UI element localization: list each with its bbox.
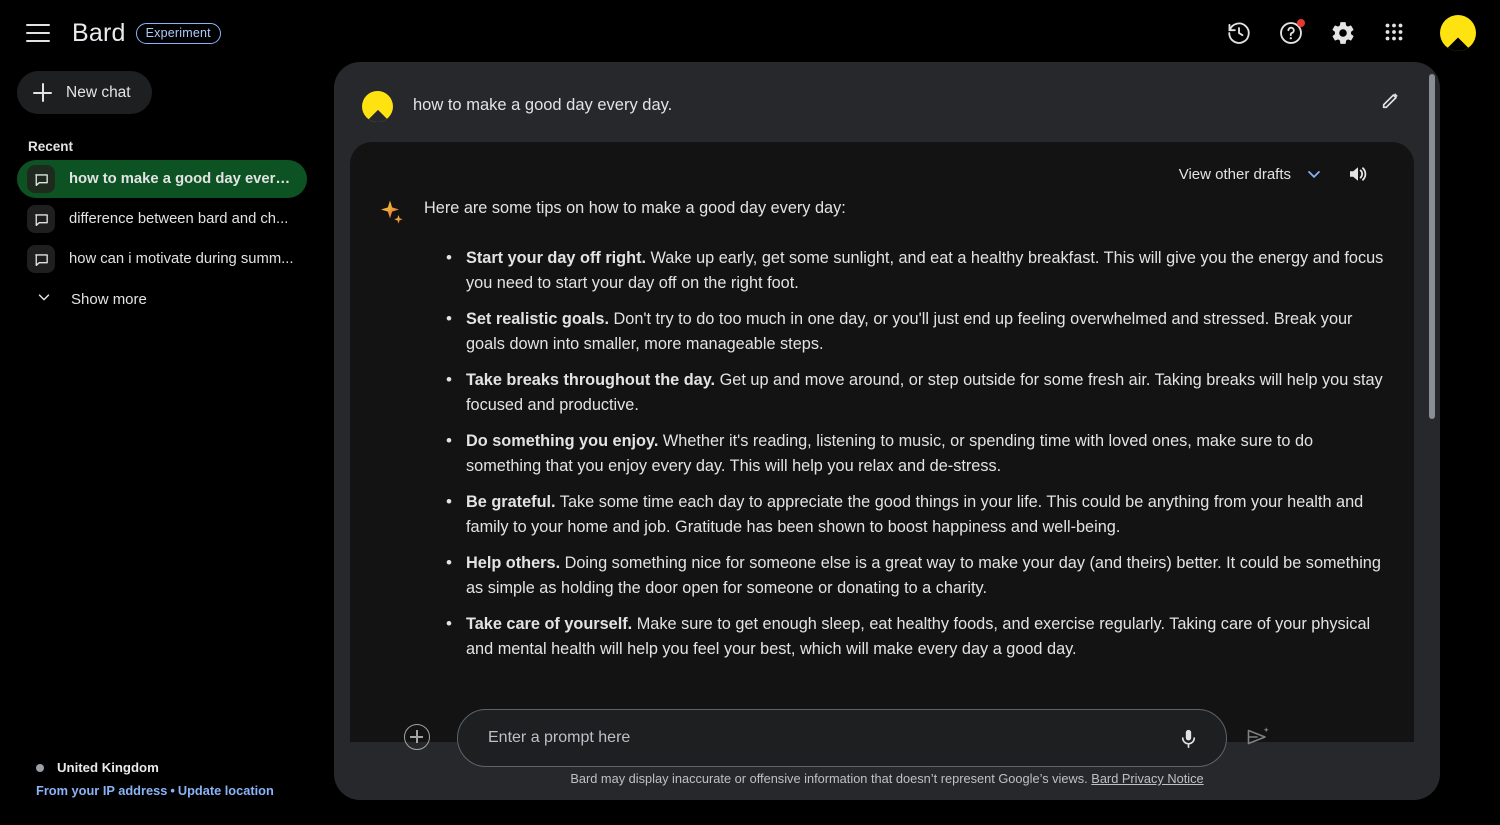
- disclaimer: Bard may display inaccurate or offensive…: [334, 771, 1440, 786]
- sidebar-item-label: how to make a good day every ...: [69, 171, 297, 187]
- list-item: Start your day off right. Wake up early,…: [446, 245, 1389, 296]
- history-icon[interactable]: [1226, 20, 1252, 46]
- chevron-down-icon: [1304, 164, 1324, 184]
- chat-bubble-icon: [27, 245, 55, 273]
- vertical-scrollbar[interactable]: [1429, 74, 1435, 419]
- location-country: United Kingdom: [57, 760, 159, 775]
- list-item: Do something you enjoy. Whether it's rea…: [446, 428, 1389, 479]
- sidebar-item-chat-1[interactable]: difference between bard and ch...: [17, 200, 307, 238]
- new-chat-button[interactable]: New chat: [17, 71, 152, 114]
- plus-icon: [33, 83, 52, 102]
- gear-icon[interactable]: [1330, 20, 1356, 46]
- chat-bubble-icon: [27, 165, 55, 193]
- answer-text: Here are some tips on how to make a good…: [424, 196, 1389, 673]
- sidebar-item-label: difference between bard and ch...: [69, 211, 289, 227]
- tip-text: Take some time each day to appreciate th…: [466, 493, 1364, 536]
- help-icon[interactable]: [1278, 19, 1305, 46]
- user-avatar: [362, 91, 393, 122]
- brand-label: Bard: [72, 18, 126, 47]
- sidebar-item-label: how can i motivate during summ...: [69, 251, 294, 267]
- show-more-button[interactable]: Show more: [17, 280, 217, 318]
- list-item: Set realistic goals. Don't try to do too…: [446, 306, 1389, 357]
- top-bar: Bard Experiment: [0, 0, 1500, 66]
- plus-circle-icon[interactable]: [404, 724, 430, 750]
- page-title: Bard Experiment: [72, 19, 221, 48]
- conversation-panel: how to make a good day every day. View o…: [334, 62, 1440, 800]
- tip-title: Set realistic goals.: [466, 310, 609, 328]
- chevron-down-icon: [35, 288, 53, 310]
- chat-bubble-icon: [27, 205, 55, 233]
- top-bar-actions: [1226, 15, 1476, 51]
- answer-intro: Here are some tips on how to make a good…: [424, 199, 846, 217]
- answer-card: View other drafts Here are some tips on …: [350, 142, 1414, 742]
- pencil-icon[interactable]: [1380, 89, 1402, 111]
- view-other-drafts-label: View other drafts: [1178, 165, 1291, 183]
- avatar[interactable]: [1440, 15, 1476, 51]
- question-text: how to make a good day every day.: [413, 96, 673, 114]
- sidebar-item-chat-0[interactable]: how to make a good day every ...: [17, 160, 307, 198]
- hamburger-menu-icon[interactable]: [26, 24, 50, 42]
- new-chat-label: New chat: [66, 83, 131, 101]
- disclaimer-text: Bard may display inaccurate or offensive…: [570, 771, 1088, 786]
- update-location-link[interactable]: Update location: [178, 783, 274, 798]
- bard-sparkle-icon: [380, 200, 406, 226]
- prompt-box[interactable]: [457, 709, 1227, 767]
- tip-title: Take breaks throughout the day.: [466, 371, 716, 389]
- sidebar: New chat Recent how to make a good day e…: [0, 66, 330, 825]
- list-item: Be grateful. Take some time each day to …: [446, 489, 1389, 540]
- microphone-icon[interactable]: [1177, 727, 1200, 750]
- show-more-label: Show more: [71, 290, 147, 308]
- view-other-drafts-button[interactable]: View other drafts: [1179, 164, 1324, 184]
- prompt-input[interactable]: [458, 729, 1177, 747]
- list-item: Take breaks throughout the day. Get up a…: [446, 367, 1389, 418]
- sidebar-item-chat-2[interactable]: how can i motivate during summ...: [17, 240, 307, 278]
- location-footer: United Kingdom From your IP address • Upda…: [36, 760, 274, 798]
- tip-title: Do something you enjoy.: [466, 432, 659, 450]
- tip-title: Start your day off right.: [466, 249, 647, 267]
- drafts-row: View other drafts: [350, 142, 1414, 186]
- tip-title: Help others.: [466, 554, 561, 572]
- location-dot-icon: [36, 763, 44, 772]
- privacy-notice-link[interactable]: Bard Privacy Notice: [1091, 771, 1203, 786]
- list-item: Take care of yourself. Make sure to get …: [446, 611, 1389, 662]
- tip-title: Be grateful.: [466, 493, 556, 511]
- recent-heading: Recent: [28, 139, 74, 154]
- answer-body: Here are some tips on how to make a good…: [350, 186, 1414, 673]
- from-ip-link[interactable]: From your IP address: [36, 783, 167, 798]
- bard-app: Bard Experiment New chat Recent how to m…: [0, 0, 1500, 825]
- send-sparkle-icon[interactable]: [1245, 724, 1271, 755]
- volume-icon[interactable]: [1346, 162, 1370, 186]
- tip-text: Doing something nice for someone else is…: [466, 554, 1381, 597]
- location-separator: •: [170, 783, 175, 798]
- notification-dot: [1297, 19, 1305, 27]
- experiment-badge: Experiment: [135, 22, 221, 44]
- question-row: how to make a good day every day.: [334, 62, 1440, 142]
- list-item: Help others. Doing something nice for so…: [446, 550, 1389, 601]
- tips-list: Start your day off right. Wake up early,…: [446, 245, 1389, 662]
- tip-title: Take care of yourself.: [466, 615, 633, 633]
- apps-grid-icon[interactable]: [1382, 20, 1408, 46]
